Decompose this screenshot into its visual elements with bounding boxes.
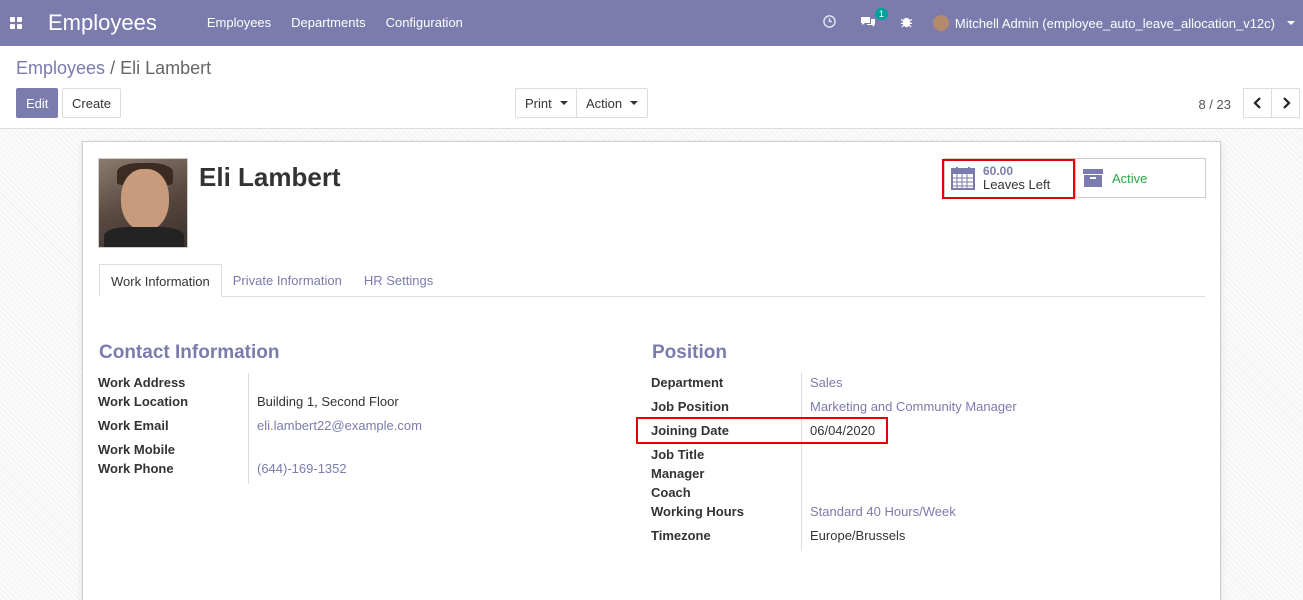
breadcrumb-separator: / — [110, 58, 116, 78]
breadcrumb-current: Eli Lambert — [120, 58, 212, 78]
work-phone-link[interactable]: (644)-169-1352 — [257, 461, 347, 476]
top-navbar: Employees Employees Departments Configur… — [0, 0, 1303, 46]
user-menu[interactable]: Mitchell Admin (employee_auto_leave_allo… — [932, 15, 1295, 31]
apps-menu-icon[interactable] — [0, 0, 32, 46]
manager-label: Manager — [651, 466, 705, 481]
pager-previous-button[interactable] — [1243, 88, 1272, 118]
menu-configuration[interactable]: Configuration — [376, 0, 473, 46]
active-label: Active — [1112, 170, 1148, 186]
systray: 1 Mitchell Admin (employee_auto_leave_al… — [811, 0, 1303, 46]
archive-icon — [1083, 169, 1103, 187]
user-avatar — [932, 15, 949, 31]
highlight-box-leaves — [942, 159, 1075, 199]
divider — [248, 373, 249, 484]
tab-hr-settings[interactable]: HR Settings — [353, 264, 444, 297]
breadcrumb: Employees / Eli Lambert — [16, 58, 211, 79]
menu-employees[interactable]: Employees — [197, 0, 281, 46]
coach-label: Coach — [651, 485, 691, 500]
print-label: Print — [525, 95, 552, 111]
create-button[interactable]: Create — [62, 88, 122, 118]
divider — [801, 373, 802, 551]
chevron-down-icon — [1287, 21, 1295, 25]
chevron-left-icon — [1252, 97, 1261, 109]
employee-name: Eli Lambert — [199, 162, 341, 192]
job-title-label: Job Title — [651, 447, 705, 462]
caret-down-icon — [630, 101, 639, 105]
tab-work-information[interactable]: Work Information — [99, 264, 222, 297]
message-count-badge: 1 — [874, 8, 888, 20]
work-email-link[interactable]: eli.lambert22@example.com — [257, 418, 422, 433]
breadcrumb-employees[interactable]: Employees — [16, 58, 105, 78]
tab-private-information[interactable]: Private Information — [222, 264, 353, 297]
clock-icon[interactable] — [823, 15, 836, 31]
work-location-value: Building 1, Second Floor — [257, 394, 399, 409]
timezone-value: Europe/Brussels — [810, 528, 906, 543]
chevron-right-icon — [1282, 97, 1291, 109]
timezone-label: Timezone — [651, 528, 711, 543]
employee-photo[interactable] — [98, 158, 188, 248]
work-email-label: Work Email — [98, 418, 169, 433]
department-link[interactable]: Sales — [810, 375, 843, 390]
job-position-label: Job Position — [651, 399, 729, 414]
work-mobile-label: Work Mobile — [98, 442, 176, 457]
position-title: Position — [652, 342, 727, 363]
print-dropdown[interactable]: Print — [515, 88, 578, 118]
action-dropdown[interactable]: Action — [576, 88, 649, 118]
form-sheet: Eli Lambert 60.00 Leaves Left Active Wor… — [82, 141, 1221, 600]
working-hours-link[interactable]: Standard 40 Hours/Week — [810, 504, 956, 519]
working-hours-label: Working Hours — [651, 504, 744, 519]
top-menu: Employees Departments Configuration — [197, 0, 473, 46]
messages-icon[interactable]: 1 — [860, 8, 888, 31]
menu-departments[interactable]: Departments — [281, 0, 375, 46]
action-label: Action — [586, 95, 623, 111]
app-title: Employees — [48, 10, 157, 35]
form-view-background: Eli Lambert 60.00 Leaves Left Active Wor… — [0, 129, 1303, 600]
job-position-link[interactable]: Marketing and Community Manager — [810, 399, 1017, 414]
control-panel: Employees / Eli Lambert Edit Create Prin… — [0, 46, 1303, 129]
notebook-tabs: Work Information Private Information HR … — [99, 264, 1205, 297]
contact-information-title: Contact Information — [99, 342, 280, 363]
caret-down-icon — [559, 101, 568, 105]
debug-bug-icon[interactable] — [900, 15, 913, 31]
highlight-box-joining-date — [636, 417, 888, 444]
work-address-label: Work Address — [98, 375, 186, 390]
work-phone-label: Work Phone — [98, 461, 174, 476]
edit-button[interactable]: Edit — [16, 88, 59, 118]
active-toggle-button[interactable]: Active — [1075, 159, 1205, 197]
department-label: Department — [651, 375, 724, 390]
pager-next-button[interactable] — [1271, 88, 1300, 118]
work-location-label: Work Location — [98, 394, 189, 409]
pager-value: 8 / 23 — [1198, 97, 1231, 112]
user-name: Mitchell Admin (employee_auto_leave_allo… — [954, 15, 1275, 31]
